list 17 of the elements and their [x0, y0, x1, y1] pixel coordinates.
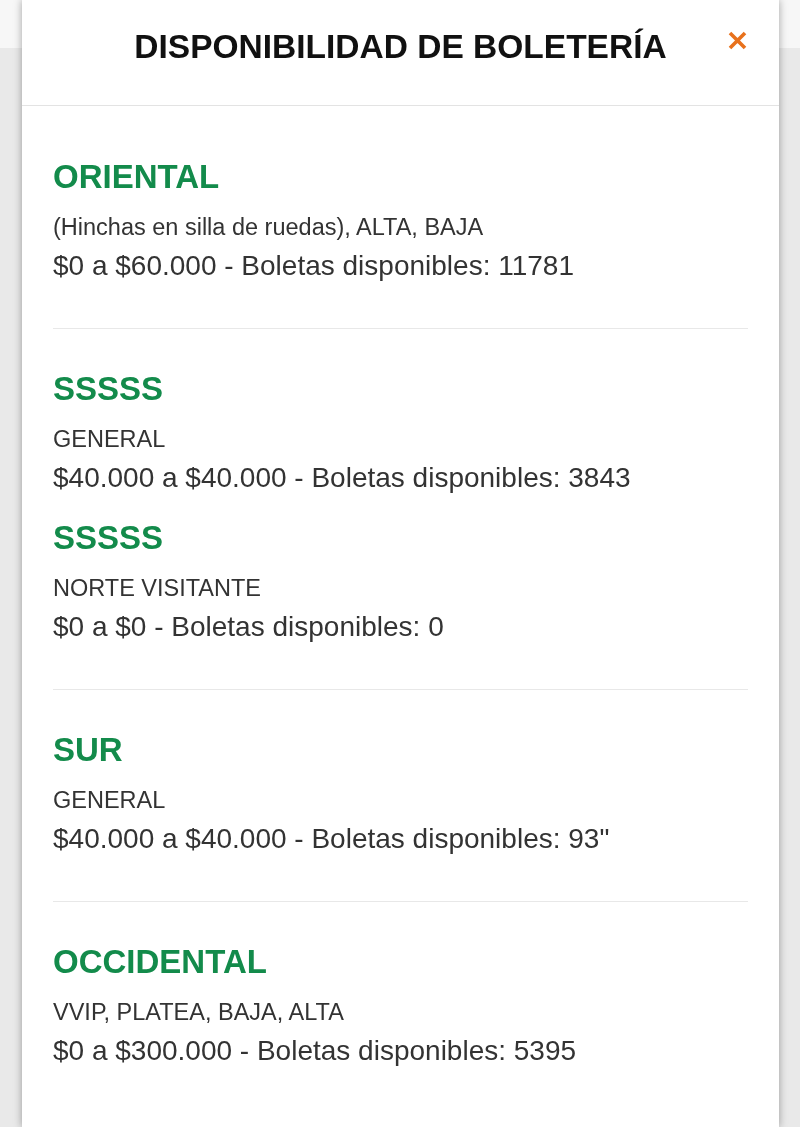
- availability-text: $0 a $300.000 - Boletas disponibles: 5395: [53, 1034, 577, 1068]
- section-heading: ORIENTAL: [53, 157, 220, 197]
- availability-text: $0 a $0 - Boletas disponibles: 0: [53, 610, 444, 644]
- zones-text: GENERAL: [53, 786, 166, 815]
- zones-text: GENERAL: [53, 425, 166, 454]
- availability-text: $40.000 a $40.000 - Boletas disponibles: 3843: [53, 461, 631, 495]
- section-heading: SSSSS: [53, 369, 164, 409]
- section-heading: SUR: [53, 730, 123, 770]
- availability-text: $40.000 a $40.000 - Boletas disponibles: 93": [53, 822, 610, 856]
- zones-text: (Hinchas en silla de ruedas), ALTA, BAJA: [53, 213, 484, 242]
- section-heading: OCCIDENTAL: [53, 942, 267, 982]
- availability-text: $0 a $60.000 - Boletas disponibles: 11781: [53, 249, 574, 283]
- section-heading: SSSSS: [53, 518, 164, 558]
- close-icon: [727, 30, 747, 50]
- dialog-title: DISPONIBILIDAD DE BOLETERÍA: [134, 27, 667, 67]
- zones-text: VVIP, PLATEA, BAJA, ALTA: [53, 998, 344, 1027]
- zones-text: NORTE VISITANTE: [53, 574, 262, 603]
